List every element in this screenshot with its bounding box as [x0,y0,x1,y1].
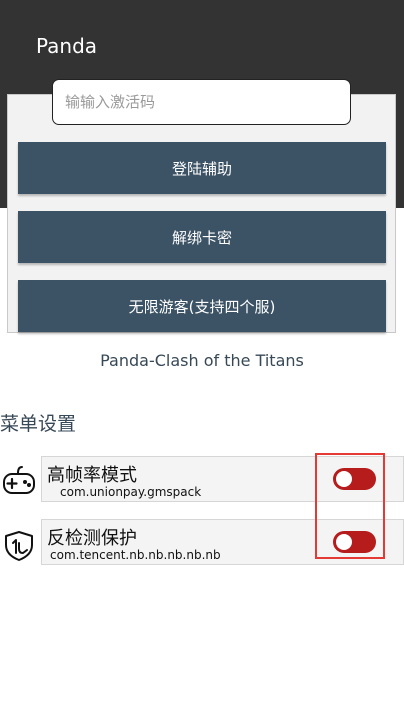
high-framerate-toggle[interactable] [333,468,376,490]
gamepad-icon [3,466,35,494]
toggle-knob [336,471,352,487]
setting-package: com.tencent.nb.nb.nb.nb.nb [50,548,221,562]
shield-icon [5,531,33,561]
setting-package: com.unionpay.gmspack [60,485,202,499]
app-title: Panda [36,34,98,58]
unbind-button[interactable]: 解绑卡密 [18,211,386,263]
setting-title: 反检测保护 [47,528,137,549]
setting-row-high-framerate[interactable]: 高帧率模式 com.unionpay.gmspack [41,456,404,502]
setting-title: 高帧率模式 [47,465,137,486]
login-button[interactable]: 登陆辅助 [18,142,386,194]
activation-code-input[interactable] [52,79,351,125]
menu-section-title: 菜单设置 [0,413,77,435]
toggle-knob [336,534,352,550]
setting-row-anti-detection[interactable]: 反检测保护 com.tencent.nb.nb.nb.nb.nb [41,519,404,565]
game-title: Panda-Clash of the Titans [100,351,304,370]
guest-button[interactable]: 无限游客(支持四个服) [18,280,386,332]
anti-detection-toggle[interactable] [333,531,376,553]
